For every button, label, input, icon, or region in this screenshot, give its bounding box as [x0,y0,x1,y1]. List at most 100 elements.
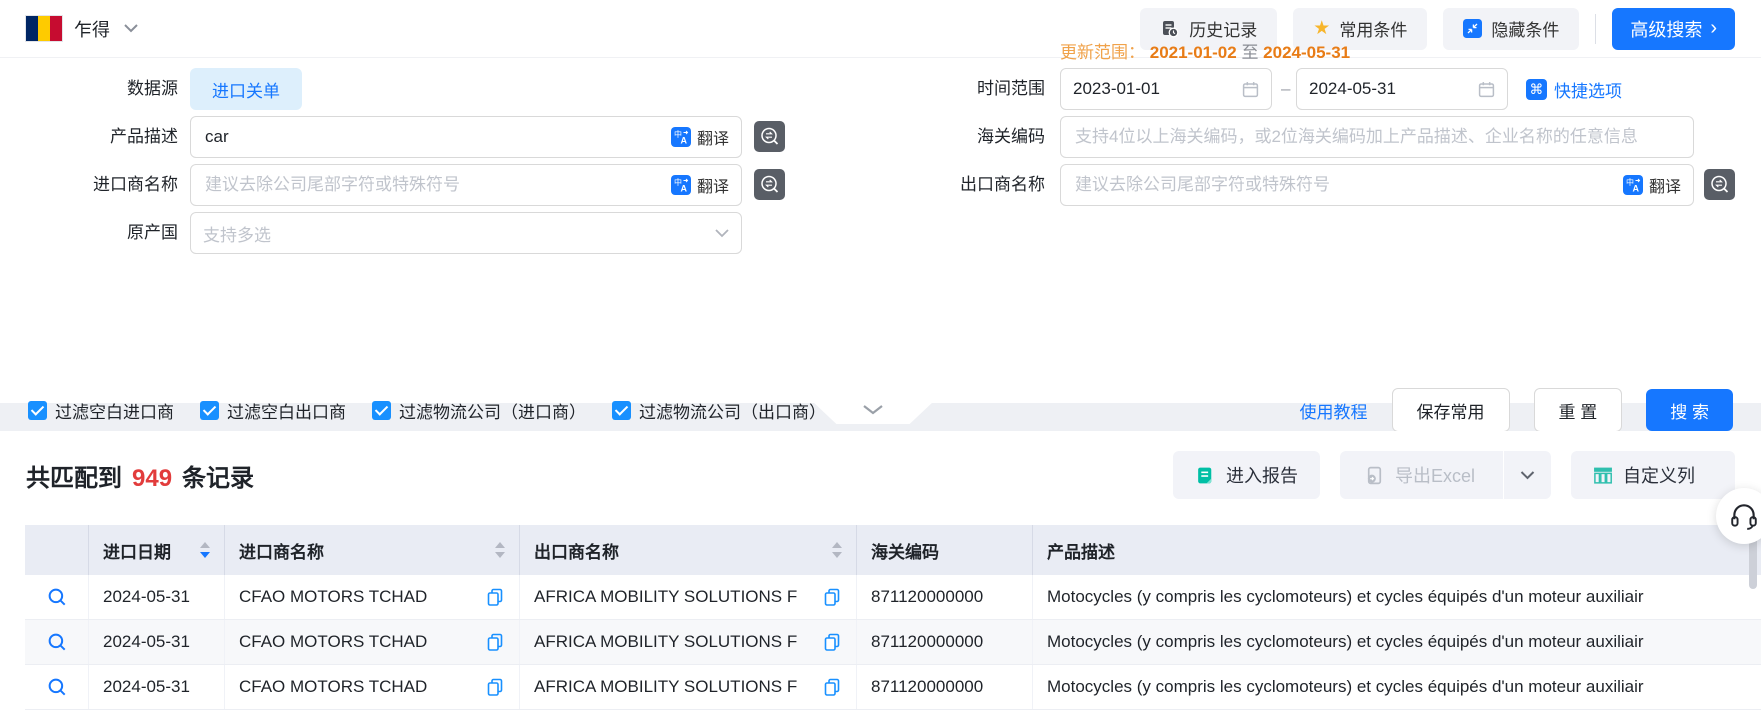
collapse-icon [1463,19,1482,38]
checkbox-filter-logistics-exporter[interactable]: 过滤物流公司（出口商） [612,398,826,423]
checkbox-filter-logistics-importer[interactable]: 过滤物流公司（进口商） [372,398,586,423]
product-desc-cell: Motocycles (y compris les cyclomoteurs) … [1033,620,1761,664]
origin-country-select[interactable]: 支持多选 [190,212,742,254]
translate-icon: 中A [671,175,691,195]
view-detail-button[interactable] [46,586,68,608]
export-excel-button[interactable]: 导出Excel [1340,451,1551,499]
importer-cell: CFAO MOTORS TCHAD [225,575,520,619]
sort-icon[interactable] [200,542,210,558]
reset-button[interactable]: 重 置 [1534,388,1623,432]
copy-button[interactable] [822,677,842,697]
search-button[interactable]: 搜 索 [1646,389,1733,431]
view-detail-button[interactable] [46,631,68,653]
exporter-label: 出口商名称 [867,164,1045,206]
translate-button[interactable]: 中A 翻译 [671,125,729,149]
product-desc-cell: Motocycles (y compris les cyclomoteurs) … [1033,665,1761,709]
importer-label: 进口商名称 [0,164,178,206]
fuzzy-match-icon [759,126,781,148]
results-header: 共匹配到949条记录 进入报告 导出Excel 自定义列 [0,451,1761,499]
tab-import-declaration[interactable]: 进口关单 [190,68,302,110]
checkbox-checked-icon [372,401,391,420]
magnifier-icon [46,676,68,698]
date-range-separator: – [1281,68,1290,110]
translate-button[interactable]: 中A 翻译 [671,173,729,197]
save-favorite-button[interactable]: 保存常用 [1392,388,1510,432]
match-mode-toggle[interactable] [754,169,785,200]
importer-cell: CFAO MOTORS TCHAD [225,620,520,664]
calendar-icon [1478,81,1495,98]
hs-code-field [1060,116,1694,158]
svg-text:A: A [680,136,687,146]
export-options-caret[interactable] [1503,451,1551,499]
match-mode-toggle[interactable] [1704,169,1735,200]
copy-button[interactable] [485,677,505,697]
copy-button[interactable] [822,587,842,607]
copy-icon [485,587,505,607]
copy-button[interactable] [485,632,505,652]
exporter-cell: AFRICA MOBILITY SOLUTIONS F [520,620,857,664]
advanced-search-button[interactable]: 高级搜索 › [1612,8,1735,50]
product-desc-field: 中A 翻译 [190,116,742,158]
calendar-icon [1242,81,1259,98]
translate-button[interactable]: 中A 翻译 [1623,173,1681,197]
svg-text:A: A [680,184,687,194]
importer-input[interactable] [203,174,671,196]
search-form: 更新范围： 2021-01-02 至 2024-05-31 数据源 进口关单 时… [0,58,1761,403]
columns-icon [1593,466,1613,485]
headset-icon [1729,501,1759,531]
end-date-input[interactable]: 2024-05-31 [1296,68,1508,110]
results-table: 进口日期 进口商名称 出口商名称 海关编码 产品描述 2 [25,525,1761,710]
export-icon [1364,465,1385,486]
exporter-input[interactable] [1073,174,1623,196]
star-icon: ★ [1313,19,1330,38]
translate-icon: 中A [1623,175,1643,195]
country-name: 乍得 [74,16,110,42]
top-bar: 乍得 历史记录 ★ 常用条件 隐藏条件 高级搜索 › [0,0,1761,58]
product-desc-input[interactable] [203,126,671,148]
exporter-cell: AFRICA MOBILITY SOLUTIONS F [520,575,857,619]
row-detail-cell [25,575,89,619]
copy-button[interactable] [822,632,842,652]
table-body: 2024-05-31 CFAO MOTORS TCHAD AFRICA MOBI… [25,575,1761,710]
quick-options-link[interactable]: ⌘ 快捷选项 [1526,68,1622,110]
filter-checkboxes: 过滤空白进口商 过滤空白出口商 过滤物流公司（进口商） 过滤物流公司（出口商） [28,398,826,423]
sort-icon[interactable] [832,542,842,558]
start-date-input[interactable]: 2023-01-01 [1060,68,1272,110]
results-section: 共匹配到949条记录 进入报告 导出Excel 自定义列 [0,431,1761,710]
results-toolbar: 进入报告 导出Excel 自定义列 [1173,451,1735,499]
column-header-exporter[interactable]: 出口商名称 [520,525,857,575]
export-excel-main[interactable]: 导出Excel [1340,451,1493,499]
country-selector[interactable]: 乍得 [26,16,138,42]
tutorial-link[interactable]: 使用教程 [1300,398,1368,423]
chevron-down-icon [124,24,138,33]
customize-columns-button[interactable]: 自定义列 [1571,451,1735,499]
hs-code-cell: 871120000000 [857,665,1033,709]
import-date-cell: 2024-05-31 [89,575,225,619]
origin-country-label: 原产国 [0,212,178,254]
enter-report-button[interactable]: 进入报告 [1173,451,1320,499]
checkbox-filter-blank-importer[interactable]: 过滤空白进口商 [28,398,174,423]
copy-icon [485,632,505,652]
hs-code-input[interactable] [1073,126,1681,148]
hs-code-cell: 871120000000 [857,575,1033,619]
checkbox-filter-blank-exporter[interactable]: 过滤空白出口商 [200,398,346,423]
view-detail-button[interactable] [46,676,68,698]
chad-flag-icon [26,16,62,41]
match-mode-toggle[interactable] [754,121,785,152]
update-range: 更新范围： 2021-01-02 至 2024-05-31 [1060,38,1350,63]
table-row: 2024-05-31 CFAO MOTORS TCHAD AFRICA MOBI… [25,620,1761,665]
results-summary: 共匹配到949条记录 [26,458,254,493]
copy-icon [485,677,505,697]
column-header-import-date[interactable]: 进口日期 [89,525,225,575]
table-row: 2024-05-31 CFAO MOTORS TCHAD AFRICA MOBI… [25,665,1761,710]
copy-button[interactable] [485,587,505,607]
column-header-importer[interactable]: 进口商名称 [225,525,520,575]
importer-cell: CFAO MOTORS TCHAD [225,665,520,709]
row-detail-cell [25,620,89,664]
hide-conditions-button[interactable]: 隐藏条件 [1443,8,1579,50]
command-icon: ⌘ [1526,79,1547,100]
product-desc-cell: Motocycles (y compris les cyclomoteurs) … [1033,575,1761,619]
sort-icon[interactable] [495,542,505,558]
record-count: 949 [132,465,172,493]
fuzzy-match-icon [1709,174,1731,196]
